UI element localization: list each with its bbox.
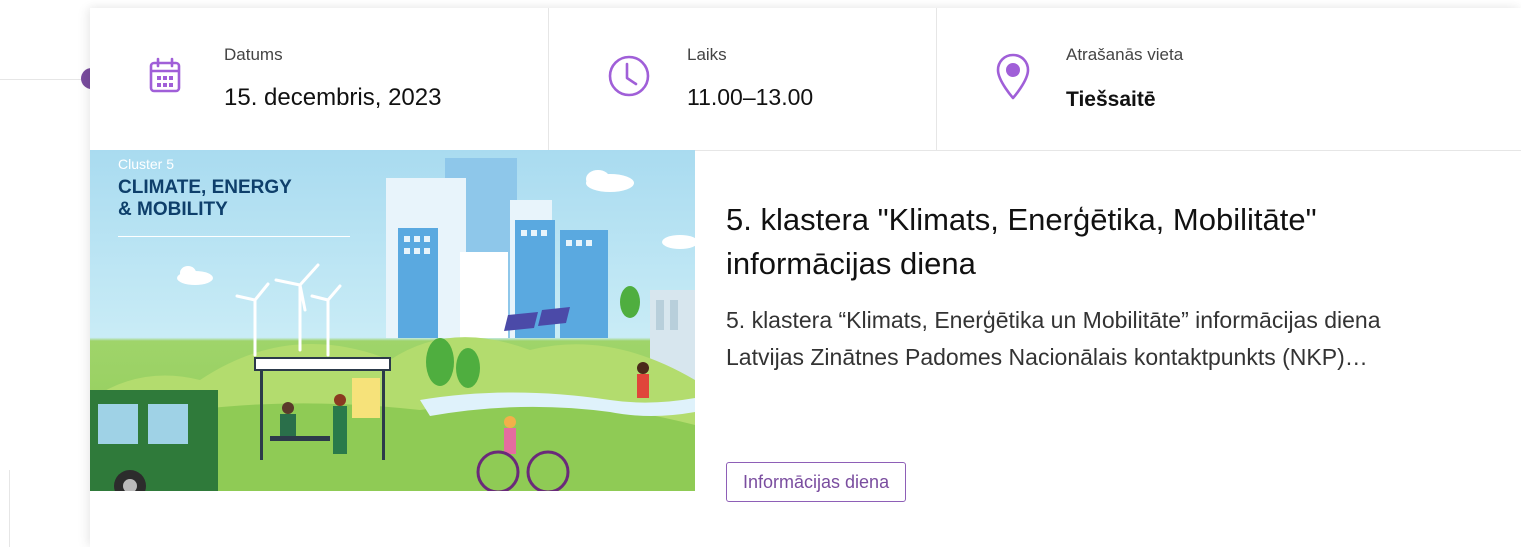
event-thumbnail[interactable]: Cluster 5 CLIMATE, ENERGY & MOBILITY bbox=[90, 150, 695, 491]
image-heading-line1: CLIMATE, ENERGY bbox=[118, 177, 292, 198]
image-heading: CLIMATE, ENERGY & MOBILITY bbox=[118, 177, 292, 221]
event-card[interactable]: Datums 15. decembris, 2023 Laiks 11.00–1… bbox=[90, 8, 1521, 547]
location-label: Atrašanās vieta bbox=[1066, 45, 1184, 64]
image-cluster-label: Cluster 5 bbox=[118, 156, 175, 172]
calendar-icon bbox=[148, 56, 182, 100]
meta-date: Datums 15. decembris, 2023 bbox=[90, 8, 549, 150]
meta-time: Laiks 11.00–13.00 bbox=[549, 8, 937, 150]
location-pin-icon bbox=[995, 52, 1031, 106]
timeline-line bbox=[0, 79, 92, 80]
meta-location: Atrašanās vieta Tiešsaitē bbox=[937, 8, 1521, 150]
event-description: 5. klastera “Klimats, Enerģētika un Mobi… bbox=[726, 307, 1381, 370]
event-title[interactable]: 5. klastera "Klimats, Enerģētika, Mobili… bbox=[726, 198, 1486, 286]
event-category-tag[interactable]: Informācijas diena bbox=[726, 462, 907, 502]
location-value: Tiešsaitē bbox=[1066, 88, 1156, 111]
time-label: Laiks bbox=[687, 45, 727, 64]
date-value: 15. decembris, 2023 bbox=[224, 84, 442, 111]
event-meta-row: Datums 15. decembris, 2023 Laiks 11.00–1… bbox=[90, 8, 1521, 151]
date-label: Datums bbox=[224, 45, 283, 64]
image-heading-line2: & MOBILITY bbox=[118, 199, 228, 220]
time-value: 11.00–13.00 bbox=[687, 84, 814, 110]
clock-icon bbox=[607, 54, 651, 102]
image-divider bbox=[118, 236, 350, 237]
timeline-connector bbox=[9, 470, 10, 547]
